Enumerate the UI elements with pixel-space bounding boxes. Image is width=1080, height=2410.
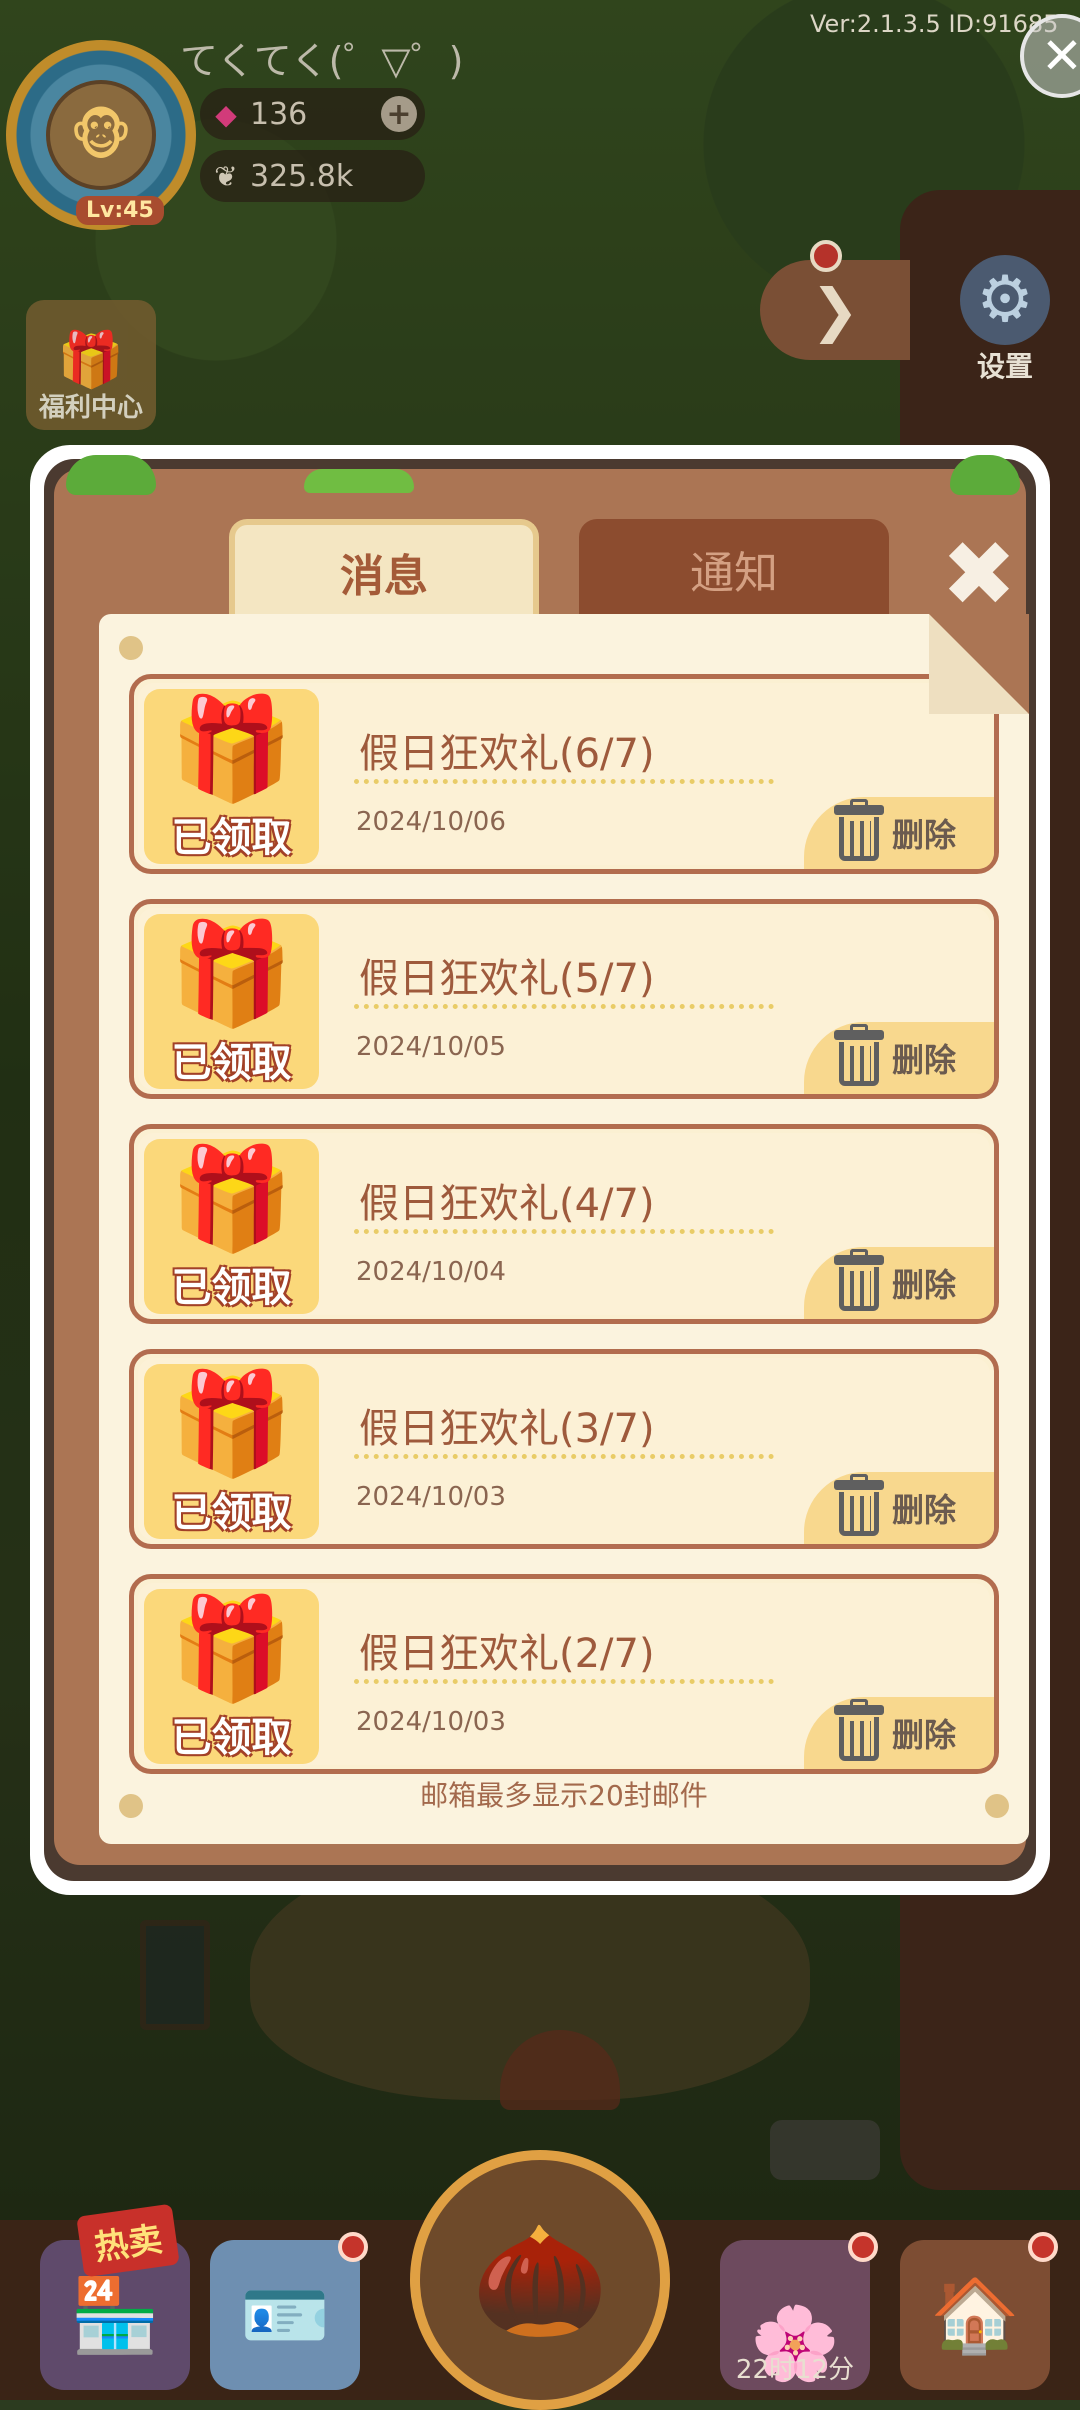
pin-decoration	[119, 1794, 143, 1818]
settings-label: 设置	[976, 350, 1033, 383]
level-badge: Lv:45	[76, 196, 164, 225]
gift-icon: 🎁	[57, 328, 125, 391]
mail-item[interactable]: 🎁 已领取 假日狂欢礼(3/7) 2024/10/03 删除	[129, 1349, 999, 1549]
divider	[354, 1004, 774, 1009]
delete-button[interactable]: 删除	[804, 797, 994, 869]
mail-date: 2024/10/03	[356, 1482, 506, 1512]
divider	[354, 779, 774, 784]
claimed-label: 已领取	[171, 1040, 292, 1086]
tree-timer: 22时12分	[735, 2355, 855, 2385]
delete-button[interactable]: 删除	[804, 1247, 994, 1319]
mushroom	[500, 2030, 620, 2110]
divider	[354, 1229, 774, 1234]
seed-icon: ❦	[214, 159, 238, 193]
mail-title: 假日狂欢礼(5/7)	[359, 956, 655, 1002]
welfare-label: 福利中心	[38, 393, 143, 423]
mail-title: 假日狂欢礼(4/7)	[359, 1181, 655, 1227]
notification-dot	[1028, 2232, 1058, 2262]
dialog-frame: 消息 通知 ✖ 🎁 已领取 假日狂欢礼(6/7) 2024/10/06 删除 🎁…	[54, 455, 1029, 1865]
notification-dot	[810, 240, 842, 272]
trash-icon	[834, 1024, 884, 1086]
chalkboard-sign	[140, 1920, 210, 2030]
shop-icon: 🏪	[70, 2272, 160, 2357]
mail-item[interactable]: 🎁 已领取 假日狂欢礼(5/7) 2024/10/05 删除	[129, 899, 999, 1099]
notification-dot	[848, 2232, 878, 2262]
trash-icon	[834, 799, 884, 861]
delete-label: 删除	[892, 1266, 957, 1304]
claimed-label: 已领取	[171, 1715, 292, 1761]
tab-messages[interactable]: 消息	[229, 519, 539, 619]
mail-date: 2024/10/04	[356, 1257, 506, 1287]
house-icon: 🏠	[930, 2272, 1020, 2357]
trash-icon	[834, 1249, 884, 1311]
divider	[354, 1454, 774, 1459]
mail-item[interactable]: 🎁 已领取 假日狂欢礼(6/7) 2024/10/06 删除	[129, 674, 999, 874]
delete-button[interactable]: 删除	[804, 1022, 994, 1094]
delete-button[interactable]: 删除	[804, 1697, 994, 1769]
pin-decoration	[119, 636, 143, 660]
stone	[770, 2120, 880, 2180]
dialog-border: 消息 通知 ✖ 🎁 已领取 假日狂欢礼(6/7) 2024/10/06 删除 🎁…	[44, 455, 1036, 1881]
claimed-label: 已领取	[171, 815, 292, 861]
pin-decoration	[985, 1794, 1009, 1818]
claimed-label: 已领取	[171, 1265, 292, 1311]
gear-icon: ⚙	[960, 255, 1050, 345]
delete-label: 删除	[892, 816, 957, 854]
monkey-icon: 🐵	[46, 80, 156, 190]
divider	[354, 1679, 774, 1684]
mail-item[interactable]: 🎁 已领取 假日狂欢礼(4/7) 2024/10/04 删除	[129, 1124, 999, 1324]
mailbox-limit-note: 邮箱最多显示20封邮件	[420, 1779, 708, 1812]
expand-panel-button[interactable]: ❯	[760, 240, 910, 360]
seed-counter: ❦ 325.8k	[200, 150, 425, 202]
tree-button[interactable]: 🌸 22时12分	[720, 2232, 878, 2390]
trash-icon	[834, 1474, 884, 1536]
gem-icon: ◆	[215, 97, 237, 131]
chevron-right-icon: ❯	[810, 276, 860, 344]
tab-notice[interactable]: 通知	[579, 519, 889, 619]
mail-title: 假日狂欢礼(3/7)	[359, 1406, 655, 1452]
gem-counter: ◆ 136 +	[200, 88, 425, 140]
close-dialog-icon[interactable]: ✖	[929, 522, 1029, 627]
mail-list-panel: 🎁 已领取 假日狂欢礼(6/7) 2024/10/06 删除 🎁 已领取 假日狂…	[99, 614, 1029, 1844]
card-icon: 🪪	[240, 2272, 330, 2357]
mail-title: 假日狂欢礼(6/7)	[359, 731, 655, 777]
username: てくてく(゜▽゜)	[180, 39, 464, 83]
delete-label: 删除	[892, 1491, 957, 1529]
acorn-button[interactable]: 🌰	[410, 2150, 670, 2410]
settings-button[interactable]: ⚙ 设置	[950, 255, 1060, 385]
mail-date: 2024/10/05	[356, 1032, 506, 1062]
welfare-center-button[interactable]: 🎁 福利中心	[26, 300, 156, 430]
leaf-decoration	[304, 469, 414, 493]
version-label: Ver:2.1.3.5 ID:91685	[810, 10, 1059, 38]
seed-count: 325.8k	[250, 158, 354, 194]
mail-item[interactable]: 🎁 已领取 假日狂欢礼(2/7) 2024/10/03 删除	[129, 1574, 999, 1774]
trash-icon	[834, 1699, 884, 1761]
mail-title: 假日狂欢礼(2/7)	[359, 1631, 655, 1677]
mail-date: 2024/10/03	[356, 1707, 506, 1737]
delete-label: 删除	[892, 1716, 957, 1754]
add-gems-button[interactable]: +	[381, 96, 417, 132]
gem-count: 136	[250, 96, 308, 132]
claimed-label: 已领取	[171, 1490, 292, 1536]
leaf-decoration	[66, 455, 156, 495]
house-button[interactable]: 🏠	[900, 2232, 1058, 2390]
delete-label: 删除	[892, 1041, 957, 1079]
mail-dialog: 消息 通知 ✖ 🎁 已领取 假日狂欢礼(6/7) 2024/10/06 删除 🎁…	[30, 445, 1050, 1895]
acorn-icon: 🌰	[471, 2215, 609, 2344]
mail-list[interactable]: 🎁 已领取 假日狂欢礼(6/7) 2024/10/06 删除 🎁 已领取 假日狂…	[129, 674, 999, 1799]
mail-date: 2024/10/06	[356, 807, 506, 837]
card-button[interactable]: 🪪	[210, 2232, 368, 2390]
notification-dot	[338, 2232, 368, 2262]
leaf-decoration	[950, 455, 1020, 495]
delete-button[interactable]: 删除	[804, 1472, 994, 1544]
